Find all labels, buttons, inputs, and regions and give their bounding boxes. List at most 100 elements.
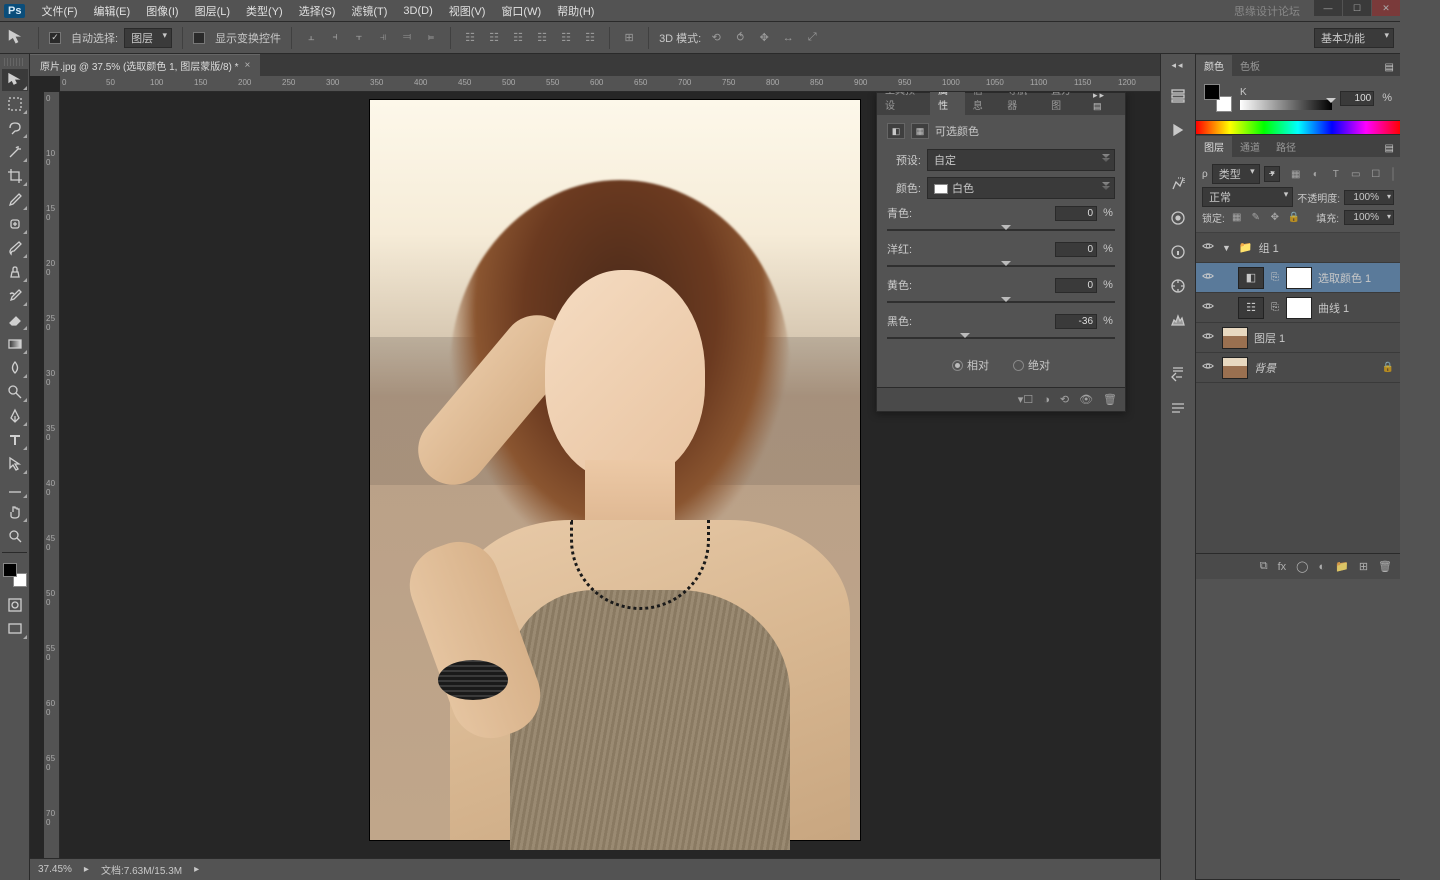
tab-channels[interactable]: 通道 <box>1232 136 1268 157</box>
add-mask-icon[interactable]: ◯ <box>1296 560 1308 573</box>
method-relative-radio[interactable]: 相对 <box>952 357 989 373</box>
auto-select-checkbox[interactable] <box>49 32 61 44</box>
blur-tool[interactable] <box>2 357 28 379</box>
mask-thumbnail[interactable] <box>1286 297 1312 319</box>
lock-pixels-icon[interactable]: ✎ <box>1249 211 1263 225</box>
layer-row-background[interactable]: 背景 🔒 <box>1196 353 1400 383</box>
visibility-toggle[interactable] <box>1200 269 1216 286</box>
collapse-panel-icon[interactable]: ▸▸ ▤ <box>1087 92 1125 115</box>
slider-value-input[interactable] <box>1055 206 1097 221</box>
distribute-hcenter-icon[interactable]: ☷ <box>557 29 575 47</box>
slider-track[interactable] <box>887 223 1115 237</box>
k-value-input[interactable] <box>1340 91 1374 106</box>
menu-file[interactable]: 文件(F) <box>33 3 85 19</box>
new-group-icon[interactable]: 📁 <box>1335 560 1349 573</box>
history-panel-icon[interactable] <box>1167 85 1189 107</box>
align-hcenter-icon[interactable]: ⫤ <box>398 29 416 47</box>
filter-shape-icon[interactable]: ▭ <box>1348 167 1364 181</box>
menu-help[interactable]: 帮助(H) <box>549 3 602 19</box>
filter-pixel-icon[interactable]: ▦ <box>1288 167 1304 181</box>
type-tool[interactable] <box>2 429 28 451</box>
marquee-tool[interactable] <box>2 93 28 115</box>
tab-info[interactable]: 信息 <box>965 92 1000 115</box>
layer-thumbnail[interactable] <box>1222 357 1248 379</box>
slider-track[interactable] <box>887 259 1115 273</box>
zoom-tool[interactable] <box>2 525 28 547</box>
character-panel-icon[interactable] <box>1167 397 1189 419</box>
tab-swatches[interactable]: 色板 <box>1232 55 1268 76</box>
filter-dropdown-arrow[interactable]: ÷ <box>1264 166 1280 182</box>
magic-wand-tool[interactable] <box>2 141 28 163</box>
view-previous-icon[interactable]: ◑ <box>1043 394 1050 406</box>
tool-presets-panel-icon[interactable] <box>1167 173 1189 195</box>
fill-label[interactable]: 填充: <box>1316 210 1339 225</box>
layer-name[interactable]: 图层 1 <box>1254 330 1396 346</box>
k-slider[interactable] <box>1240 100 1332 110</box>
group-expand-icon[interactable]: ▼ <box>1222 243 1231 253</box>
filter-smart-icon[interactable]: ☐ <box>1368 167 1384 181</box>
distribute-left-icon[interactable]: ☷ <box>533 29 551 47</box>
layers-list[interactable]: ▼ 📁 组 1 ◧ ⎘ 选取颜色 1 <box>1196 233 1400 553</box>
color-swatches[interactable] <box>3 563 27 587</box>
3d-slide-icon[interactable]: ↔ <box>779 29 797 47</box>
filter-toggle[interactable] <box>1392 167 1394 181</box>
canvas[interactable] <box>370 100 860 840</box>
actions-panel-icon[interactable] <box>1167 119 1189 141</box>
healing-brush-tool[interactable] <box>2 213 28 235</box>
adjustment-thumbnail[interactable]: ☷ <box>1238 297 1264 319</box>
distribute-top-icon[interactable]: ☷ <box>461 29 479 47</box>
visibility-toggle[interactable] <box>1200 359 1216 376</box>
layer-row-curves[interactable]: ☷ ⎘ 曲线 1 <box>1196 293 1400 323</box>
new-layer-icon[interactable]: ⊞ <box>1359 560 1368 573</box>
canvas-viewport[interactable]: 工具预设 属性 信息 导航器 直方图 ▸▸ ▤ ◧ ▦ 可选颜色 <box>60 92 1160 858</box>
slider-track[interactable] <box>887 295 1115 309</box>
menu-filter[interactable]: 滤镜(T) <box>343 3 395 19</box>
status-menu-icon[interactable]: ▸ <box>194 864 199 875</box>
delete-adjustment-icon[interactable]: 🗑 <box>1103 393 1117 406</box>
panel-grip[interactable] <box>4 58 25 66</box>
reset-icon[interactable]: ⟲ <box>1060 393 1069 406</box>
distribute-right-icon[interactable]: ☷ <box>581 29 599 47</box>
window-maximize-button[interactable]: ☐ <box>1343 0 1371 16</box>
layer-effects-icon[interactable]: fx <box>1278 561 1287 573</box>
align-top-icon[interactable]: ⫠ <box>302 29 320 47</box>
lasso-tool[interactable] <box>2 117 28 139</box>
layer-name[interactable]: 曲线 1 <box>1318 300 1396 316</box>
preset-dropdown[interactable]: 自定 <box>927 149 1115 171</box>
expand-status-icon[interactable]: ▸ <box>84 864 89 875</box>
zoom-level[interactable]: 37.45% <box>38 864 72 875</box>
doc-info[interactable]: 文档:7.63M/15.3M <box>101 862 182 877</box>
tab-histogram[interactable]: 直方图 <box>1043 92 1087 115</box>
navigator-panel-icon[interactable] <box>1167 275 1189 297</box>
layer-row-pixel[interactable]: 图层 1 <box>1196 323 1400 353</box>
mask-link-icon[interactable]: ⎘ <box>1270 272 1280 283</box>
screen-mode-toggle[interactable] <box>2 618 28 640</box>
clip-to-layer-icon[interactable]: ▾☐ <box>1018 393 1033 406</box>
window-minimize-button[interactable]: — <box>1314 0 1342 16</box>
slider-value-input[interactable] <box>1055 278 1097 293</box>
3d-pan-icon[interactable]: ✥ <box>755 29 773 47</box>
panel-menu-icon[interactable]: ▤ <box>1379 59 1400 76</box>
align-bottom-icon[interactable]: ⫟ <box>350 29 368 47</box>
show-transform-checkbox[interactable] <box>193 32 205 44</box>
layer-row-group[interactable]: ▼ 📁 组 1 <box>1196 233 1400 263</box>
3d-roll-icon[interactable]: ⥀ <box>731 29 749 47</box>
brush-tool[interactable] <box>2 237 28 259</box>
move-tool-icon[interactable] <box>6 27 28 49</box>
clone-stamp-tool[interactable] <box>2 261 28 283</box>
visibility-toggle[interactable] <box>1200 329 1216 346</box>
new-adjustment-icon[interactable]: ◐ <box>1318 561 1325 573</box>
distribute-bottom-icon[interactable]: ☷ <box>509 29 527 47</box>
auto-align-icon[interactable]: ⊞ <box>620 29 638 47</box>
tab-color[interactable]: 颜色 <box>1196 55 1232 76</box>
color-spectrum[interactable] <box>1196 120 1400 134</box>
layer-filter-dropdown[interactable]: 类型 <box>1212 164 1260 184</box>
eraser-tool[interactable] <box>2 309 28 331</box>
auto-select-dropdown[interactable]: 图层 <box>124 28 172 48</box>
distribute-vcenter-icon[interactable]: ☷ <box>485 29 503 47</box>
pen-tool[interactable] <box>2 405 28 427</box>
window-close-button[interactable]: ✕ <box>1372 0 1400 16</box>
layer-name[interactable]: 组 1 <box>1259 240 1396 256</box>
vertical-ruler[interactable]: 01 0 01 5 02 0 02 5 03 0 03 5 04 0 04 5 … <box>44 92 60 858</box>
menu-type[interactable]: 类型(Y) <box>238 3 291 19</box>
